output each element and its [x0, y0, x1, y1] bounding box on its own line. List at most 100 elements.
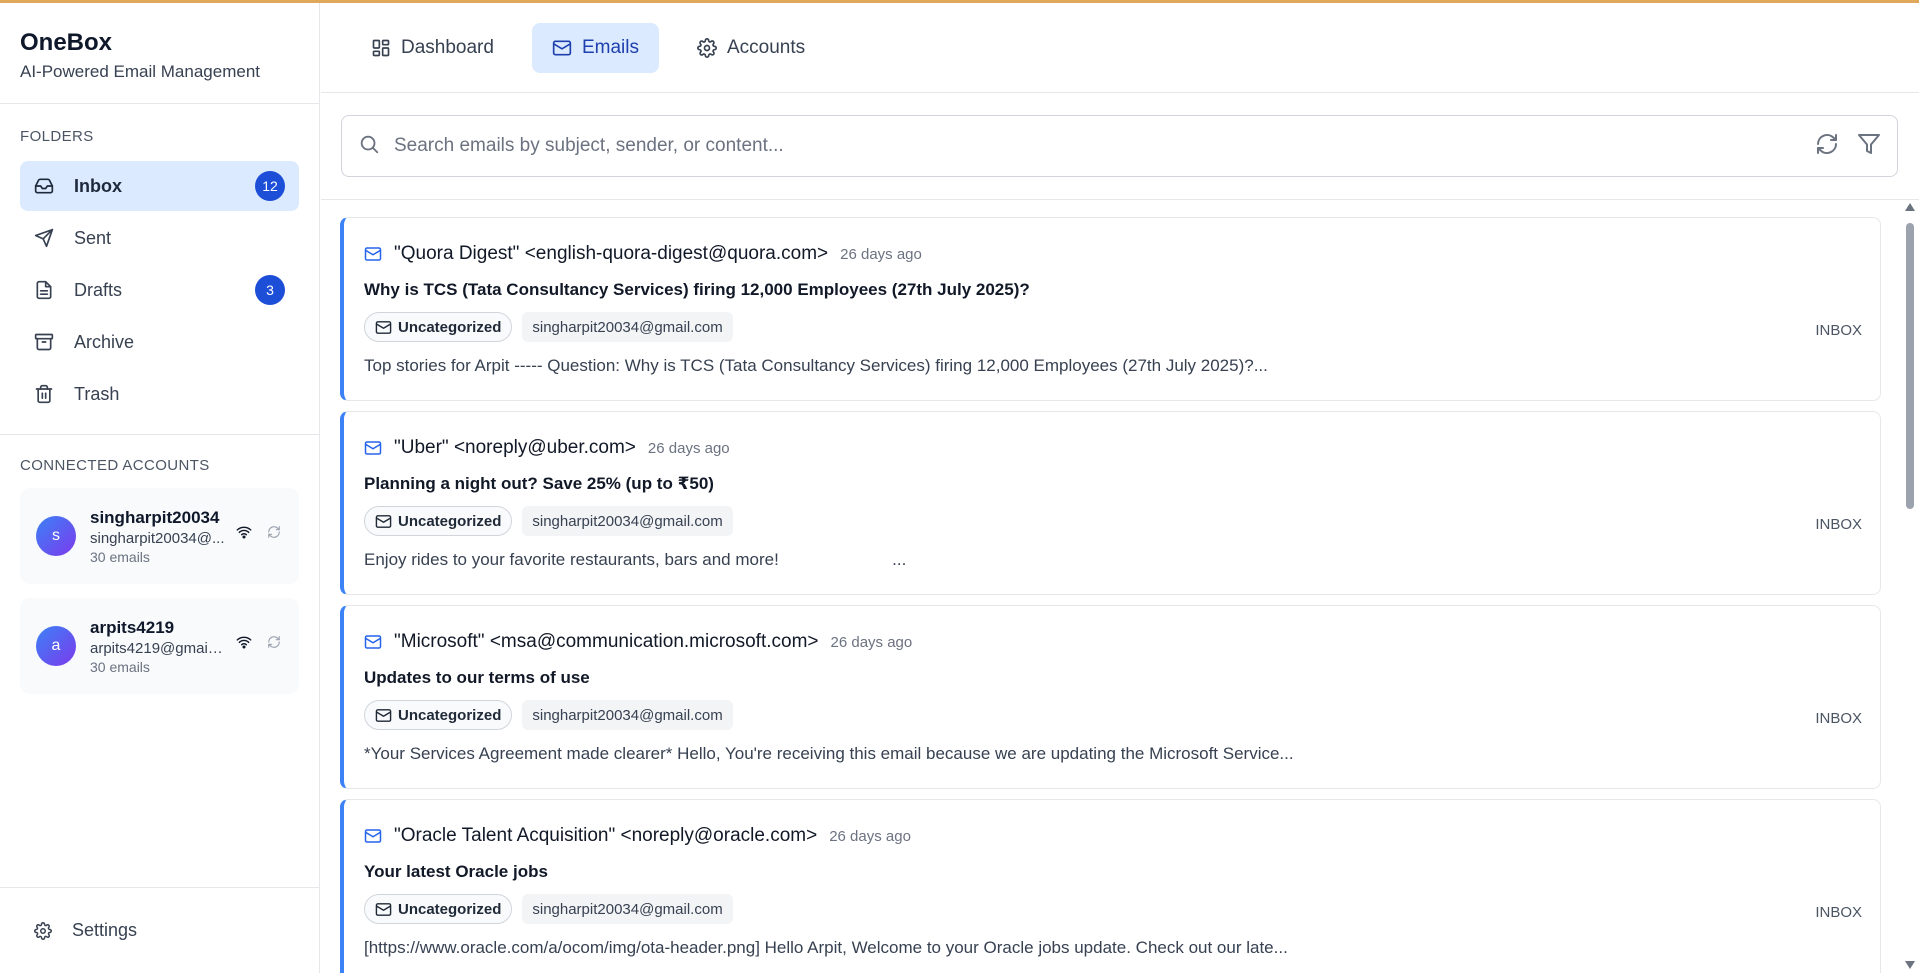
email-preview: Enjoy rides to your favorite restaurants… — [364, 550, 907, 569]
sync-icon[interactable] — [267, 525, 281, 544]
account-tag: singharpit20034@gmail.com — [522, 312, 733, 342]
tab-label: Emails — [581, 36, 639, 58]
email-tags: Uncategorized singharpit20034@gmail.com — [364, 506, 1862, 536]
email-preview: *Your Services Agreement made clearer* H… — [364, 744, 1294, 763]
tab-emails[interactable]: Emails — [531, 22, 659, 73]
settings-button[interactable]: Settings — [0, 887, 320, 973]
send-icon — [34, 228, 54, 248]
account-card[interactable]: a arpits4219 arpits4219@gmail.... 30 ema… — [20, 598, 299, 694]
email-list-item[interactable]: "Uber" <noreply@uber.com> 26 days ago Pl… — [340, 411, 1881, 595]
mail-icon — [552, 38, 572, 58]
mail-icon — [364, 827, 382, 845]
email-list-item[interactable]: "Microsoft" <msa@communication.microsoft… — [340, 605, 1881, 789]
email-sender: "Oracle Talent Acquisition" <noreply@ora… — [394, 825, 818, 846]
sidebar-item-label: Trash — [74, 383, 120, 404]
file-icon — [34, 280, 54, 300]
main-content: Dashboard Emails Accounts Search emails … — [321, 3, 1919, 973]
wifi-icon — [235, 634, 253, 655]
sidebar-item-inbox[interactable]: Inbox 12 — [20, 161, 299, 211]
email-time: 26 days ago — [829, 827, 911, 845]
search-actions — [1815, 132, 1881, 161]
inbox-count-badge: 12 — [255, 171, 285, 201]
category-label: Uncategorized — [398, 318, 502, 336]
email-tags: Uncategorized singharpit20034@gmail.com — [364, 700, 1862, 730]
email-header: "Oracle Talent Acquisition" <noreply@ora… — [364, 824, 1862, 848]
sidebar-item-archive[interactable]: Archive — [20, 317, 299, 367]
email-sender: "Uber" <noreply@uber.com> — [394, 437, 636, 458]
scrollbar[interactable] — [1903, 203, 1917, 973]
mail-icon — [364, 439, 382, 457]
email-sender: "Quora Digest" <english-quora-digest@quo… — [394, 243, 829, 264]
mail-icon — [364, 633, 382, 651]
email-sender: "Microsoft" <msa@communication.microsoft… — [394, 631, 819, 652]
account-actions — [235, 524, 281, 545]
gear-icon — [697, 37, 717, 58]
tab-accounts[interactable]: Accounts — [677, 23, 825, 73]
mail-icon — [375, 319, 392, 336]
brand: OneBox AI-Powered Email Management — [0, 3, 319, 104]
folder-label: INBOX — [1815, 516, 1862, 533]
sidebar-item-label: Drafts — [74, 279, 123, 300]
folders-label: FOLDERS — [20, 128, 94, 145]
wifi-icon — [235, 524, 253, 545]
account-email: singharpit20034@... — [90, 529, 225, 547]
sidebar-item-label: Inbox — [74, 175, 122, 196]
scrollbar-thumb[interactable] — [1906, 223, 1914, 509]
sidebar-item-sent[interactable]: Sent — [20, 213, 299, 263]
accounts-label: CONNECTED ACCOUNTS — [20, 457, 210, 474]
email-header: "Microsoft" <msa@communication.microsoft… — [364, 630, 1862, 654]
folder-label: INBOX — [1815, 904, 1862, 921]
email-subject: Your latest Oracle jobs — [364, 862, 548, 881]
refresh-icon[interactable] — [1815, 132, 1839, 161]
category-label: Uncategorized — [398, 706, 502, 724]
search-icon — [358, 133, 380, 160]
email-subject: Updates to our terms of use — [364, 668, 590, 687]
mail-icon — [375, 707, 392, 724]
search-input[interactable] — [394, 135, 1815, 157]
sidebar-item-drafts[interactable]: Drafts 3 — [20, 265, 299, 315]
account-tag: singharpit20034@gmail.com — [522, 894, 733, 924]
category-tag[interactable]: Uncategorized — [364, 312, 513, 342]
settings-label: Settings — [72, 920, 138, 940]
account-email: arpits4219@gmail.... — [90, 639, 225, 657]
gear-icon — [34, 921, 52, 940]
search-bar-area — [321, 93, 1919, 200]
archive-icon — [34, 332, 54, 352]
trash-icon — [34, 384, 54, 404]
mail-icon — [364, 245, 382, 263]
email-preview: [https://www.oracle.com/a/ocom/img/ota-h… — [364, 938, 1288, 957]
tab-dashboard[interactable]: Dashboard — [351, 23, 514, 73]
sidebar: OneBox AI-Powered Email Management FOLDE… — [0, 3, 320, 973]
folder-label: INBOX — [1815, 322, 1862, 339]
category-tag[interactable]: Uncategorized — [364, 700, 513, 730]
sync-icon[interactable] — [267, 635, 281, 654]
mail-icon — [375, 901, 392, 918]
email-subject: Why is TCS (Tata Consultancy Services) f… — [364, 280, 1030, 299]
email-list-item[interactable]: "Quora Digest" <english-quora-digest@quo… — [340, 217, 1881, 401]
tab-label: Dashboard — [401, 36, 494, 58]
sidebar-item-trash[interactable]: Trash — [20, 369, 299, 419]
email-list: "Quora Digest" <english-quora-digest@quo… — [340, 217, 1881, 973]
filter-icon[interactable] — [1857, 132, 1881, 161]
account-email-count: 30 emails — [90, 658, 150, 675]
folder-list: Inbox 12 Sent Drafts 3 Archive Trash — [20, 161, 299, 419]
email-list-item[interactable]: "Oracle Talent Acquisition" <noreply@ora… — [340, 799, 1881, 973]
app-subtitle: AI-Powered Email Management — [20, 62, 261, 81]
category-tag[interactable]: Uncategorized — [364, 894, 513, 924]
account-tag: singharpit20034@gmail.com — [522, 506, 733, 536]
sidebar-item-label: Archive — [74, 331, 135, 352]
scroll-down-arrow-icon[interactable] — [1905, 961, 1915, 969]
nav-tabs: Dashboard Emails Accounts — [351, 22, 825, 73]
category-tag[interactable]: Uncategorized — [364, 506, 513, 536]
avatar: s — [36, 516, 76, 556]
drafts-count-badge: 3 — [255, 275, 285, 305]
inbox-icon — [34, 176, 54, 196]
email-tags: Uncategorized singharpit20034@gmail.com — [364, 894, 1862, 924]
tab-label: Accounts — [726, 36, 806, 58]
scroll-up-arrow-icon[interactable] — [1905, 203, 1915, 211]
folders-section: FOLDERS Inbox 12 Sent Drafts 3 Archive T… — [0, 104, 319, 435]
account-card[interactable]: s singharpit20034 singharpit20034@... 30… — [20, 488, 299, 584]
category-label: Uncategorized — [398, 900, 502, 918]
category-label: Uncategorized — [398, 512, 502, 530]
search-box — [341, 115, 1898, 177]
